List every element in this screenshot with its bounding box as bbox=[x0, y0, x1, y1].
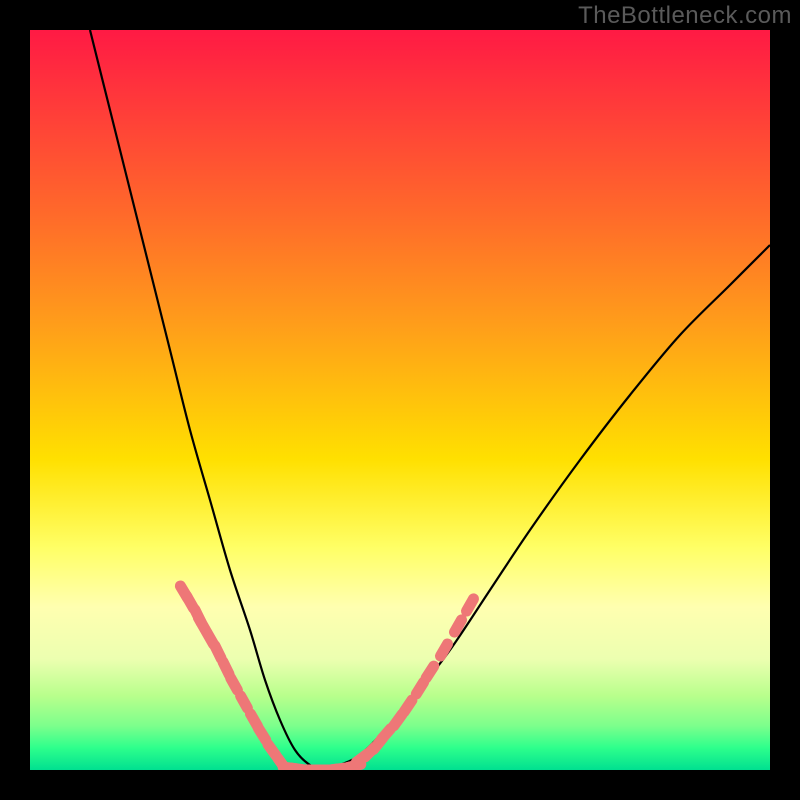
pink-marker bbox=[426, 666, 434, 678]
curve-svg bbox=[30, 30, 770, 770]
pink-marker bbox=[258, 728, 265, 740]
pink-marker bbox=[404, 700, 412, 712]
pink-marker bbox=[231, 678, 238, 690]
watermark-text: TheBottleneck.com bbox=[578, 2, 792, 30]
pink-marker bbox=[223, 662, 229, 675]
pink-marker bbox=[381, 729, 390, 740]
pink-marker bbox=[455, 620, 462, 632]
pink-marker bbox=[441, 644, 448, 656]
pink-marker bbox=[215, 646, 221, 659]
bottleneck-curve bbox=[90, 30, 770, 770]
chart-container: TheBottleneck.com bbox=[0, 0, 800, 800]
pink-marker bbox=[416, 682, 423, 694]
pink-marker-group bbox=[180, 586, 473, 770]
pink-marker bbox=[241, 696, 248, 708]
pink-marker bbox=[467, 599, 474, 611]
plot-area bbox=[30, 30, 770, 770]
